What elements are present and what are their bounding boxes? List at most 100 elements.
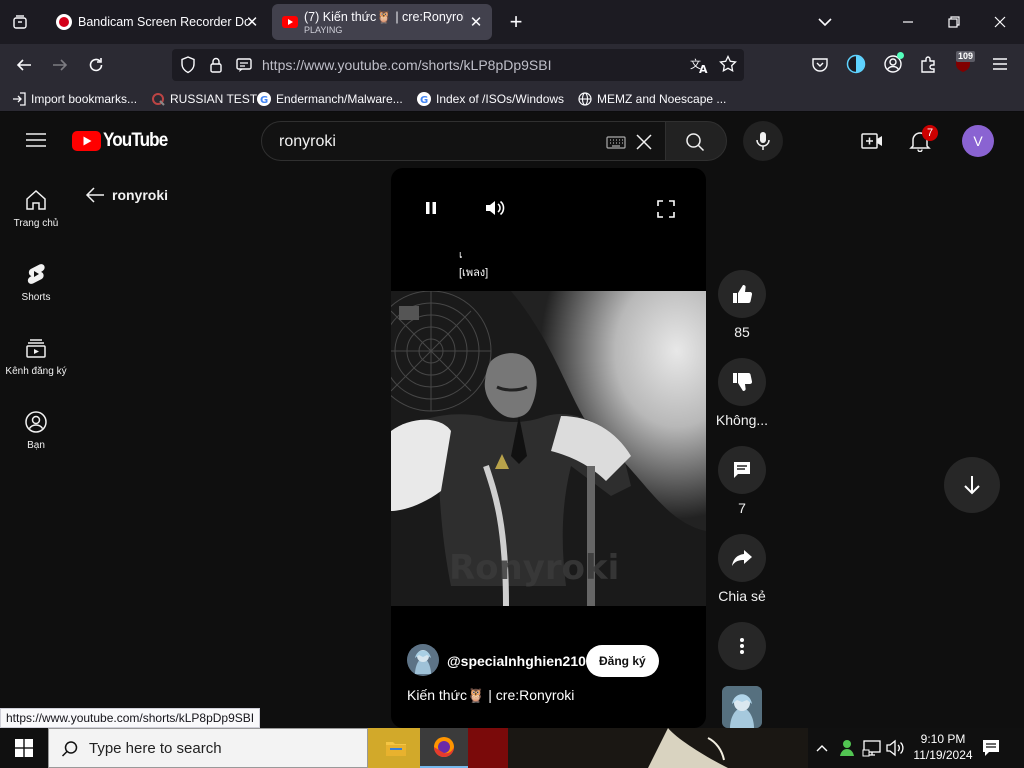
tab-youtube-active[interactable]: (7) Kiến thức🦉 | cre:Ronyroki - PLAYING … (272, 4, 492, 40)
taskbar-search-input[interactable]: Type here to search (89, 740, 222, 757)
video-image: Ronyroki (391, 291, 706, 606)
taskbar-firefox[interactable] (420, 728, 468, 768)
channel-handle[interactable]: @specialnhghien210 (447, 653, 586, 669)
subscriptions-icon (26, 339, 46, 358)
subscribe-button[interactable]: Đăng ký (586, 645, 659, 677)
start-button[interactable] (0, 728, 48, 768)
back-arrow-icon[interactable] (85, 186, 105, 204)
keyboard-icon[interactable] (606, 135, 626, 149)
clock[interactable]: 9:10 PM 11/19/2024 (908, 731, 978, 763)
url-text[interactable]: https://www.youtube.com/shorts/kLP8pDp9S… (262, 57, 551, 73)
video-title[interactable]: Kiến thức🦉 | cre:Ronyroki (407, 687, 574, 704)
close-window-icon[interactable] (990, 12, 1010, 32)
caption-line: [เพลง] (459, 267, 489, 279)
logo-text: YouTube (103, 130, 168, 151)
svg-text:A: A (699, 63, 708, 74)
bookmark-label: Import bookmarks... (31, 92, 138, 106)
search-box[interactable]: ronyroki (261, 121, 666, 161)
guide-menu-icon[interactable] (26, 132, 46, 148)
like-button[interactable] (718, 270, 766, 318)
shorts-icon (27, 264, 45, 284)
search-icon (685, 132, 705, 152)
video-frame: Ronyroki (391, 291, 706, 606)
more-actions-button[interactable] (718, 622, 766, 670)
taskbar-wallpaper (468, 728, 808, 768)
tab-title: Bandicam Screen Recorder Dow (78, 15, 248, 29)
youtube-logo[interactable]: YouTube (72, 130, 174, 152)
avatar[interactable]: V (962, 125, 994, 157)
comment-count: 7 (738, 500, 746, 516)
bookmark-import[interactable]: Import bookmarks... (12, 90, 137, 108)
close-icon[interactable]: ✕ (468, 14, 484, 31)
svg-text:G: G (420, 95, 428, 106)
microphone-icon (756, 132, 770, 150)
minimize-icon[interactable] (898, 12, 918, 32)
sidebar-item-shorts[interactable]: Shorts (0, 262, 72, 303)
dislike-button[interactable] (718, 358, 766, 406)
tab-list-icon[interactable] (8, 10, 32, 34)
bookmark-star-icon[interactable] (719, 55, 737, 73)
channel-avatar[interactable] (407, 644, 439, 676)
extensions-icon[interactable] (919, 55, 937, 73)
search-button[interactable] (665, 121, 727, 161)
comments-button[interactable] (718, 446, 766, 494)
account-icon[interactable] (883, 52, 904, 74)
bandicam-icon (56, 14, 72, 30)
clock-time: 9:10 PM (920, 732, 966, 746)
sound-thumbnail[interactable] (722, 686, 762, 728)
sidebar-item-home[interactable]: Trang chủ (0, 188, 72, 229)
translate-icon[interactable]: 文A (690, 56, 710, 74)
bookmark-label: Index of /ISOs/Windows (436, 92, 565, 106)
sidebar-item-label: Bạn (27, 440, 45, 451)
sidebar-item-label: Kênh đăng ký (5, 366, 67, 377)
create-button[interactable] (860, 130, 884, 152)
pause-icon[interactable] (423, 200, 439, 216)
youtube-page: YouTube ronyroki 7 V Trang chủ Shorts Kê… (0, 112, 1024, 728)
sidebar-item-you[interactable]: Bạn (0, 410, 72, 451)
close-icon[interactable]: ✕ (244, 14, 260, 31)
network-icon[interactable] (862, 738, 882, 758)
clear-search-icon[interactable] (634, 132, 654, 152)
notifications-button[interactable]: 7 (909, 125, 938, 152)
share-label: Chia sẻ (718, 588, 766, 604)
google-icon: G (257, 92, 271, 106)
caption-line: เ (459, 250, 463, 261)
dark-reader-icon[interactable] (846, 54, 866, 74)
bookmark-index-isos[interactable]: G Index of /ISOs/Windows (417, 90, 564, 108)
forward-icon[interactable] (45, 50, 75, 80)
shorts-player[interactable]: เ [เพลง] Ronyroki @specialnhghien210 Đăn… (391, 168, 706, 728)
restore-icon[interactable] (944, 12, 964, 32)
permissions-icon[interactable] (235, 56, 253, 74)
action-center-icon[interactable] (982, 738, 1000, 758)
next-video-button[interactable] (944, 457, 1000, 513)
reload-icon[interactable] (81, 50, 111, 80)
ublock-badge: 109 (956, 51, 976, 62)
voice-search-button[interactable] (743, 121, 783, 161)
volume-icon[interactable] (484, 199, 506, 217)
fullscreen-icon[interactable] (656, 199, 676, 219)
google-icon: G (417, 92, 431, 106)
taskbar-file-explorer[interactable] (374, 728, 418, 768)
menu-icon[interactable] (991, 56, 1009, 72)
bookmark-russian-test[interactable]: RUSSIAN TEST (151, 90, 257, 108)
bookmark-endermanch[interactable]: G Endermanch/Malware... (257, 90, 403, 108)
tracking-protection-icon[interactable] (180, 56, 196, 74)
new-tab-icon[interactable]: + (504, 9, 528, 34)
ublock-icon[interactable]: 109 (954, 51, 976, 73)
share-button[interactable] (718, 534, 766, 582)
taskbar-search-box[interactable]: Type here to search (48, 728, 368, 768)
lock-icon[interactable] (208, 56, 224, 74)
share-icon (732, 550, 752, 566)
list-all-tabs-icon[interactable] (814, 12, 836, 32)
pocket-icon[interactable] (811, 55, 829, 73)
people-icon[interactable] (838, 738, 856, 758)
search-icon (61, 741, 78, 757)
tab-bandicam[interactable]: Bandicam Screen Recorder Dow ✕ (46, 4, 268, 40)
show-hidden-icons-icon[interactable] (815, 739, 829, 757)
sidebar-item-subscriptions[interactable]: Kênh đăng ký (0, 336, 72, 377)
bookmark-memz[interactable]: MEMZ and Noescape ... (578, 90, 726, 108)
search-input[interactable]: ronyroki (279, 133, 336, 151)
back-icon[interactable] (9, 50, 39, 80)
video-watermark: Ronyroki (449, 548, 619, 588)
volume-tray-icon[interactable] (885, 738, 905, 758)
